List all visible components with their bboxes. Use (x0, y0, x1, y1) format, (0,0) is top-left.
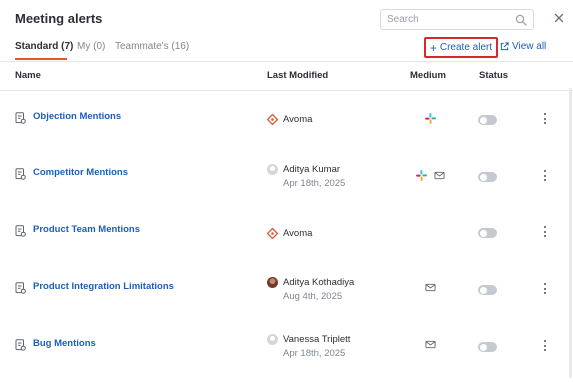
table-header: Name Last Modified Medium Status (0, 62, 573, 91)
modified-by: Avoma (283, 228, 313, 239)
active-tab-indicator (15, 58, 67, 60)
alert-name-link[interactable]: Product Integration Limitations (33, 281, 174, 292)
document-icon (15, 339, 26, 351)
document-icon (15, 282, 26, 294)
table-row: Competitor Mentions Aditya Kumar Apr 18t… (0, 148, 573, 205)
status-toggle[interactable] (478, 342, 497, 352)
column-header-status: Status (479, 70, 509, 81)
search-box[interactable] (380, 9, 534, 30)
alert-name-link[interactable]: Product Team Mentions (33, 224, 140, 235)
more-options-icon[interactable] (541, 340, 549, 352)
tab-standard[interactable]: Standard (7) (15, 41, 73, 52)
close-icon[interactable] (552, 11, 566, 25)
table-row: Bug Mentions Vanessa Triplett Apr 18th, … (0, 319, 573, 376)
alert-name-link[interactable]: Objection Mentions (33, 111, 121, 122)
status-toggle[interactable] (478, 285, 497, 295)
column-header-medium: Medium (410, 70, 446, 81)
search-input[interactable] (381, 10, 511, 29)
search-icon[interactable] (515, 14, 527, 26)
plus-icon: + (429, 40, 437, 55)
alert-name-link[interactable]: Bug Mentions (33, 338, 96, 349)
modified-by: Vanessa Triplett (283, 334, 351, 345)
avatar (267, 164, 278, 175)
slack-icon (416, 170, 427, 181)
scrollbar[interactable] (569, 88, 572, 378)
document-icon (15, 225, 26, 237)
modified-by: Avoma (283, 114, 313, 125)
more-options-icon[interactable] (541, 170, 549, 182)
table-row: Product Integration Limitations Aditya K… (0, 262, 573, 319)
external-link-icon (500, 42, 509, 51)
more-options-icon[interactable] (541, 226, 549, 238)
status-toggle[interactable] (478, 228, 497, 238)
modified-date: Apr 18th, 2025 (283, 178, 346, 189)
column-header-name: Name (15, 70, 41, 81)
create-alert-label: Create alert (439, 42, 493, 53)
column-header-last-modified: Last Modified (267, 70, 329, 81)
status-toggle[interactable] (478, 172, 497, 182)
avoma-logo-icon (267, 114, 278, 125)
panel-title: Meeting alerts (15, 11, 103, 26)
modified-by: Aditya Kumar (283, 164, 341, 175)
document-icon (15, 112, 26, 124)
tab-my[interactable]: My (0) (77, 41, 105, 52)
meeting-alerts-panel: Meeting alerts Standard (7) My (0) Teamm… (0, 0, 573, 382)
modified-by: Aditya Kothadiya (283, 277, 355, 288)
mail-icon (434, 171, 445, 180)
more-options-icon[interactable] (541, 283, 549, 295)
document-icon (15, 168, 26, 180)
modified-date: Apr 18th, 2025 (283, 348, 346, 359)
table-row: Objection Mentions Avoma (0, 91, 573, 148)
status-toggle[interactable] (478, 115, 497, 125)
mail-icon (425, 283, 436, 292)
create-alert-button[interactable]: + Create alert (424, 37, 498, 58)
avatar (267, 334, 278, 345)
alert-name-link[interactable]: Competitor Mentions (33, 167, 128, 178)
modified-date: Aug 4th, 2025 (283, 291, 343, 302)
avoma-logo-icon (267, 228, 278, 239)
avatar (267, 277, 278, 288)
view-all-label: View all (512, 41, 547, 52)
tab-teammates[interactable]: Teammate's (16) (115, 41, 189, 52)
more-options-icon[interactable] (541, 113, 549, 125)
view-all-link[interactable]: View all (500, 41, 546, 52)
table-row: Product Team Mentions Avoma (0, 205, 573, 262)
slack-icon (425, 113, 436, 124)
mail-icon (425, 340, 436, 349)
